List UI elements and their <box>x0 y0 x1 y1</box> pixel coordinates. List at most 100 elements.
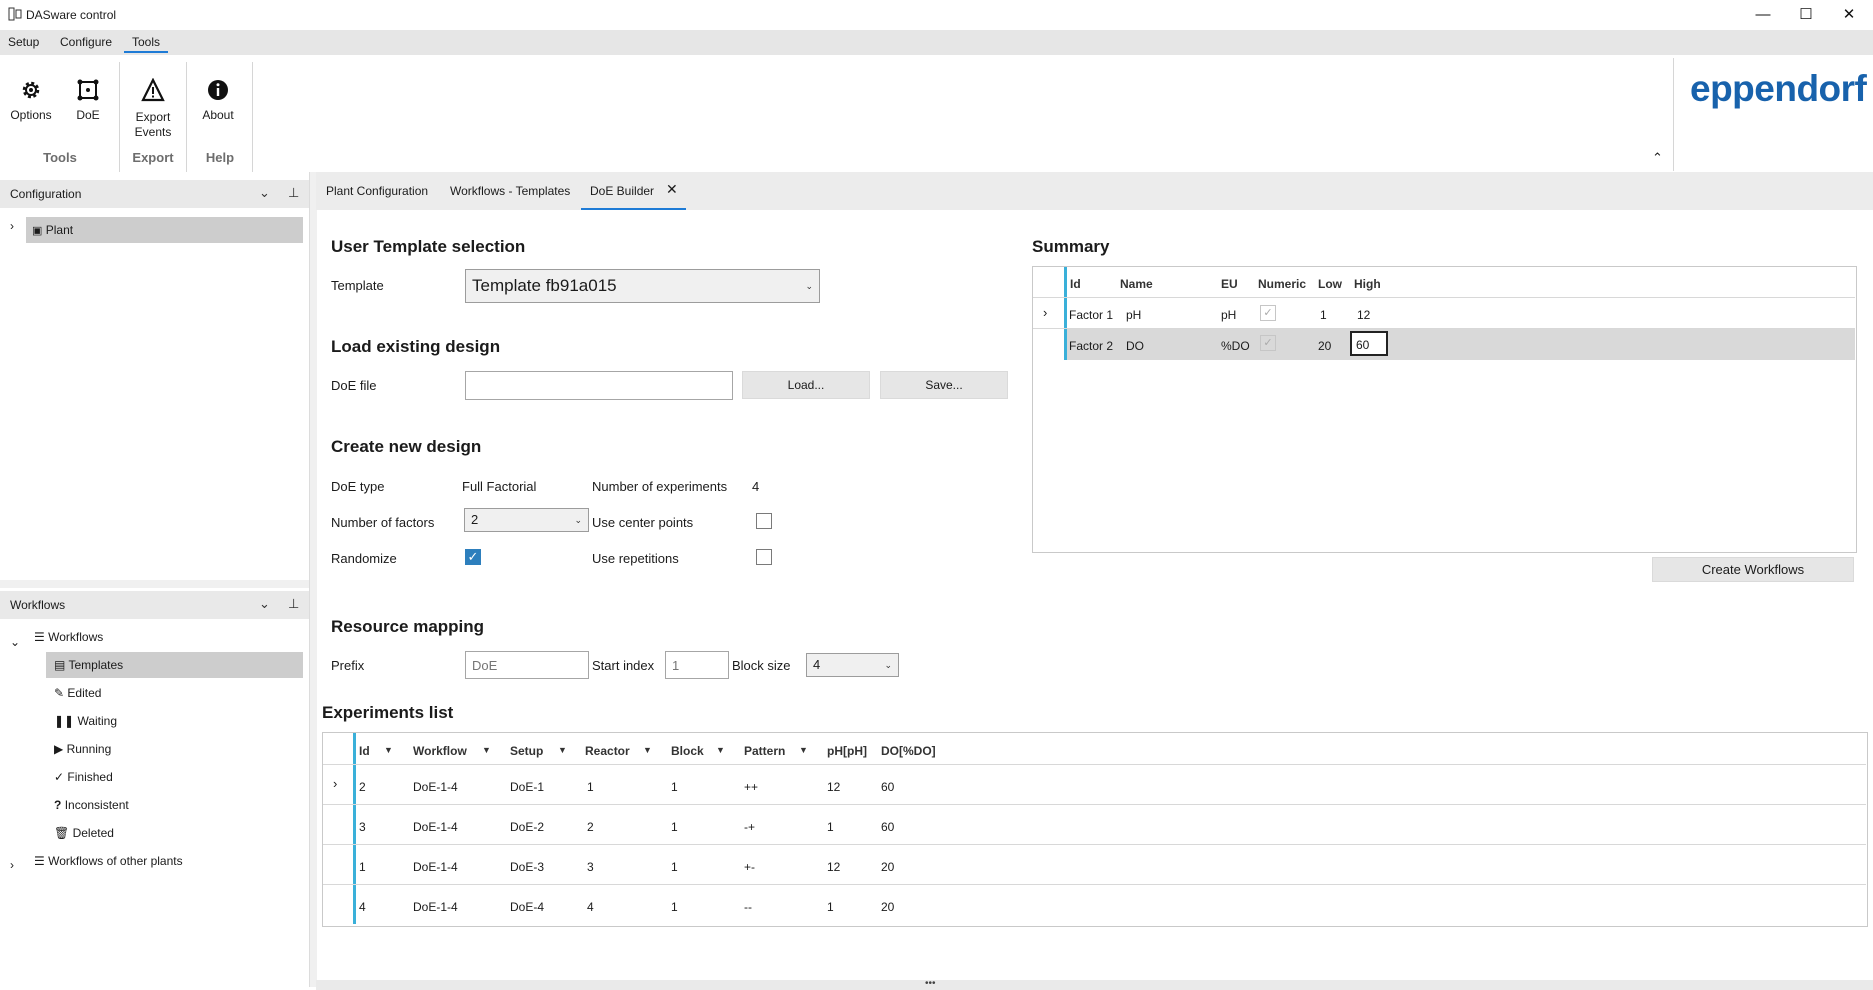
close-tab-icon[interactable]: ✕ <box>666 181 678 198</box>
create-workflows-button[interactable]: Create Workflows <box>1652 557 1854 582</box>
exp-cell[interactable]: 2 <box>359 780 366 794</box>
exp-col-reactor[interactable]: Reactor <box>585 744 630 758</box>
minimize-button[interactable]: — <box>1740 0 1786 30</box>
exp-cell[interactable]: 1 <box>587 780 594 794</box>
expand-row-icon[interactable]: › <box>1043 305 1047 320</box>
panel-splitter[interactable] <box>0 580 309 588</box>
exp-cell[interactable]: DoE-1-4 <box>413 900 458 914</box>
tree-item-deleted[interactable]: 🗑 Deleted <box>54 820 114 846</box>
center-points-checkbox[interactable] <box>756 513 772 529</box>
block-size-select[interactable]: 4 ⌄ <box>806 653 899 677</box>
tree-item-edited[interactable]: ✎ Edited <box>54 680 101 706</box>
maximize-button[interactable]: ☐ <box>1783 0 1829 30</box>
exp-col-pattern[interactable]: Pattern <box>744 744 785 758</box>
exp-cell[interactable]: 60 <box>881 820 894 834</box>
exp-cell[interactable]: -- <box>744 900 752 914</box>
close-button[interactable]: ✕ <box>1826 0 1872 30</box>
tab-workflows-templates[interactable]: Workflows - Templates <box>450 184 570 198</box>
repetitions-checkbox[interactable] <box>756 549 772 565</box>
exp-cell[interactable]: 3 <box>587 860 594 874</box>
exp-cell[interactable]: ++ <box>744 780 758 794</box>
exp-cell[interactable]: DoE-1-4 <box>413 820 458 834</box>
exp-cell[interactable]: DoE-1-4 <box>413 780 458 794</box>
exp-cell[interactable]: 1 <box>359 860 366 874</box>
tree-item-workflows[interactable]: ☰ Workflows <box>34 624 103 650</box>
grip-icon[interactable]: ••• <box>925 978 936 989</box>
num-factors-select[interactable]: 2 ⌄ <box>464 508 589 532</box>
tab-doe-builder[interactable]: DoE Builder <box>590 184 654 198</box>
exp-cell[interactable]: 4 <box>359 900 366 914</box>
summary-col-name[interactable]: Name <box>1120 277 1153 291</box>
pin-icon[interactable]: ⊥ <box>288 596 299 612</box>
summary-high-edit-cell[interactable]: 60 <box>1350 331 1388 356</box>
chevron-down-icon[interactable]: ⌄ <box>259 596 270 612</box>
load-button[interactable]: Load... <box>742 371 870 399</box>
summary-cell[interactable]: %DO <box>1221 339 1250 353</box>
summary-selected-row[interactable] <box>1067 329 1855 360</box>
exp-cell[interactable]: 1 <box>671 900 678 914</box>
summary-cell[interactable]: pH <box>1221 308 1236 322</box>
summary-cell[interactable]: Factor 2 <box>1069 339 1113 353</box>
exp-cell[interactable]: 1 <box>671 820 678 834</box>
bottom-splitter[interactable] <box>316 980 1873 990</box>
menu-tools[interactable]: Tools <box>124 34 169 53</box>
tree-item-other-plants[interactable]: ☰ Workflows of other plants <box>34 848 183 874</box>
exp-cell[interactable]: 4 <box>587 900 594 914</box>
filter-icon[interactable]: ▼ <box>716 745 725 755</box>
filter-icon[interactable]: ▼ <box>384 745 393 755</box>
numeric-checkbox[interactable]: ✓ <box>1260 335 1276 351</box>
filter-icon[interactable]: ▼ <box>799 745 808 755</box>
exp-cell[interactable]: DoE-1 <box>510 780 544 794</box>
exp-cell[interactable]: 1 <box>671 780 678 794</box>
summary-col-eu[interactable]: EU <box>1221 277 1238 291</box>
summary-cell[interactable]: 1 <box>1320 308 1327 322</box>
exp-cell[interactable]: 3 <box>359 820 366 834</box>
filter-icon[interactable]: ▼ <box>482 745 491 755</box>
exp-cell[interactable]: 1 <box>671 860 678 874</box>
exp-col-do[interactable]: DO[%DO] <box>881 744 936 758</box>
exp-cell[interactable]: 2 <box>587 820 594 834</box>
collapse-workflows-icon[interactable]: ⌄ <box>10 635 20 649</box>
about-button[interactable]: About <box>196 78 240 123</box>
doe-button[interactable]: DoE <box>68 78 108 123</box>
filter-icon[interactable]: ▼ <box>643 745 652 755</box>
prefix-input[interactable] <box>465 651 589 679</box>
doe-file-input[interactable] <box>465 371 733 400</box>
exp-col-block[interactable]: Block <box>671 744 704 758</box>
numeric-checkbox[interactable]: ✓ <box>1260 305 1276 321</box>
exp-col-ph[interactable]: pH[pH] <box>827 744 867 758</box>
save-button[interactable]: Save... <box>880 371 1008 399</box>
summary-cell[interactable]: 20 <box>1318 339 1331 353</box>
menu-setup[interactable]: Setup <box>0 34 47 51</box>
exp-cell[interactable]: 60 <box>881 780 894 794</box>
start-index-input[interactable] <box>665 651 729 679</box>
tab-plant-configuration[interactable]: Plant Configuration <box>326 184 428 198</box>
template-select[interactable]: Template fb91a015 ⌄ <box>465 269 820 303</box>
summary-col-low[interactable]: Low <box>1318 277 1342 291</box>
vertical-splitter[interactable] <box>309 172 317 987</box>
options-button[interactable]: Options <box>6 78 56 123</box>
tree-item-plant[interactable]: ▣ Plant <box>26 217 303 243</box>
expand-other-plants-icon[interactable]: › <box>10 858 14 872</box>
collapse-ribbon-icon[interactable]: ⌃ <box>1652 150 1663 166</box>
filter-icon[interactable]: ▼ <box>558 745 567 755</box>
summary-col-id[interactable]: Id <box>1070 277 1081 291</box>
expand-row-icon[interactable]: › <box>333 776 337 791</box>
menu-configure[interactable]: Configure <box>52 34 120 51</box>
summary-col-high[interactable]: High <box>1354 277 1381 291</box>
exp-col-workflow[interactable]: Workflow <box>413 744 467 758</box>
tree-item-inconsistent[interactable]: ? Inconsistent <box>54 792 129 818</box>
tree-item-finished[interactable]: ✓ Finished <box>54 764 113 790</box>
exp-cell[interactable]: DoE-4 <box>510 900 544 914</box>
pin-icon[interactable]: ⊥ <box>288 185 299 201</box>
exp-col-setup[interactable]: Setup <box>510 744 543 758</box>
expand-plant-icon[interactable]: › <box>10 219 14 233</box>
tree-item-waiting[interactable]: ❚❚ Waiting <box>54 708 117 734</box>
tree-item-running[interactable]: ▶ Running <box>54 736 111 762</box>
exp-cell[interactable]: 1 <box>827 820 834 834</box>
exp-cell[interactable]: +- <box>744 860 755 874</box>
export-events-button[interactable]: Export Events <box>127 78 179 140</box>
exp-cell[interactable]: DoE-3 <box>510 860 544 874</box>
randomize-checkbox[interactable]: ✓ <box>465 549 481 565</box>
tree-item-templates[interactable]: ▤ Templates <box>46 652 303 678</box>
